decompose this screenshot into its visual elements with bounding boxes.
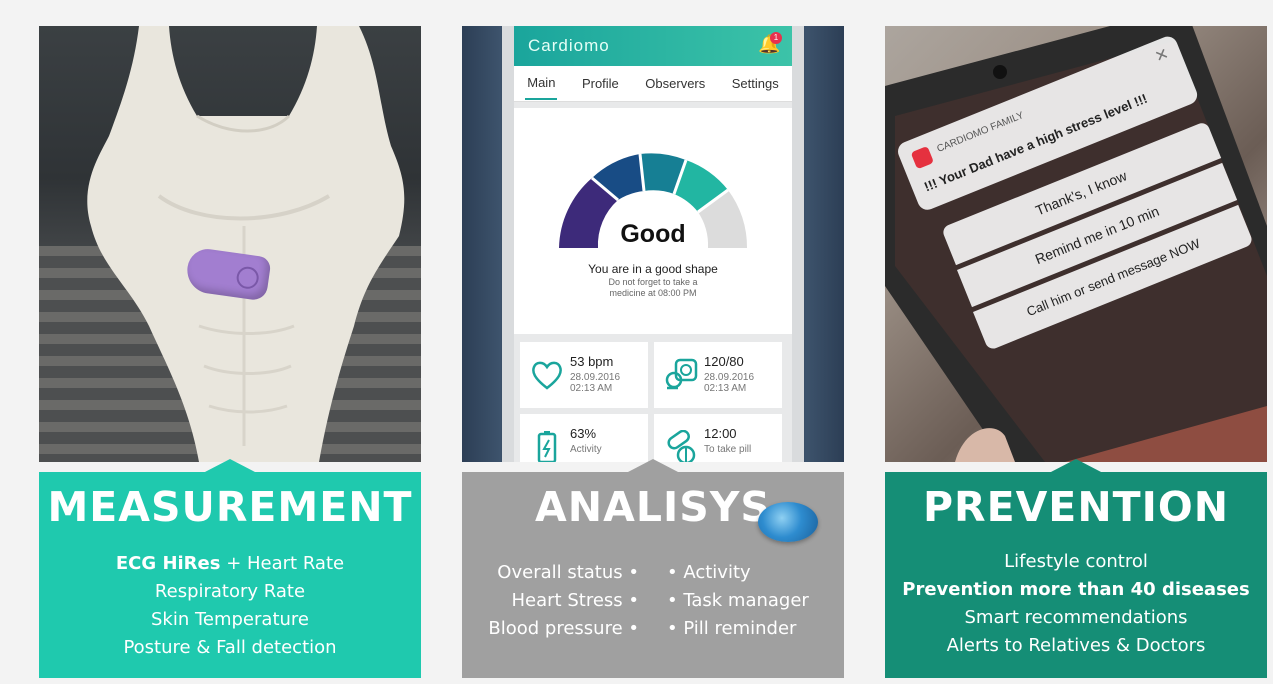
feature-item: Respiratory Rate: [154, 581, 306, 602]
measurement-title: MEASUREMENT: [47, 483, 413, 531]
feature-item: ECG HiRes + Heart Rate: [115, 553, 345, 574]
prevention-features: Lifestyle control Prevention more than 4…: [885, 548, 1267, 660]
notification-badge: 1: [770, 32, 782, 44]
feature-item: Smart recommendations: [964, 607, 1188, 628]
stat-value: 12:00: [704, 426, 737, 441]
app-screenshot: Cardiomo 🔔 1 Main Profile Observers Setti…: [462, 26, 844, 462]
heart-icon: [532, 361, 562, 390]
tab-profile[interactable]: Profile: [580, 68, 621, 99]
prevention-column: CARDIOMO FAMILY !!! Your Dad have a high…: [885, 26, 1267, 678]
analysis-panel: ANALISYS Overall status • • Activity Hear…: [462, 459, 844, 678]
stat-value: 53 bpm: [570, 354, 614, 369]
stat-label: To take pill: [704, 444, 752, 455]
panel-notch: [1049, 459, 1103, 473]
stat-value: 63%: [570, 426, 597, 441]
feature-item: Prevention more than 40 diseases: [902, 579, 1250, 600]
stat-label: Activity: [570, 444, 602, 455]
torso-photo: [39, 26, 421, 462]
feature-item: • Activity: [667, 562, 751, 583]
stat-date: 28.09.2016 02:13 AM: [704, 372, 755, 394]
status-subtext: Do not forget to take a medicine at 08:0…: [608, 277, 698, 298]
app-icon: [910, 145, 935, 170]
analysis-column: Cardiomo 🔔 1 Main Profile Observers Setti…: [462, 26, 844, 678]
measurement-panel: MEASUREMENT ECG HiRes + Heart Rate Respi…: [39, 459, 421, 678]
feature-item: Lifestyle control: [1004, 551, 1148, 572]
mannequin-torso: [87, 26, 405, 462]
feature-item: • Task manager: [667, 590, 809, 611]
stat-card-activity[interactable]: 63% Activity: [520, 414, 648, 462]
feature-item: • Pill reminder: [667, 618, 797, 639]
infographic-page: MEASUREMENT ECG HiRes + Heart Rate Respi…: [0, 0, 1273, 684]
measurement-column: MEASUREMENT ECG HiRes + Heart Rate Respi…: [39, 26, 421, 678]
feature-item: Alerts to Relatives & Doctors: [946, 635, 1206, 656]
tab-settings[interactable]: Settings: [730, 68, 781, 99]
app-tabs: Main Profile Observers Settings: [514, 66, 792, 102]
stat-date: 28.09.2016 02:13 AM: [570, 372, 621, 394]
status-gauge-card: Good You are in a good shape Do not forg…: [514, 108, 792, 334]
feature-item: Skin Temperature: [150, 609, 309, 630]
tab-observers[interactable]: Observers: [643, 68, 707, 99]
feature-item: Blood pressure •: [488, 618, 639, 639]
app-title: Cardiomo: [528, 36, 610, 55]
battery-icon: [537, 431, 557, 462]
status-message: You are in a good shape: [588, 262, 718, 276]
prevention-title: PREVENTION: [922, 483, 1230, 531]
tab-main[interactable]: Main: [525, 67, 558, 100]
stat-card-heart[interactable]: 53 bpm 28.09.2016 02:13 AM: [520, 342, 648, 408]
feature-item: Heart Stress •: [511, 590, 639, 611]
notification-photo: CARDIOMO FAMILY !!! Your Dad have a high…: [885, 26, 1267, 462]
panel-notch: [626, 459, 680, 473]
app-header: Cardiomo 🔔 1: [514, 26, 792, 66]
stat-value: 120/80: [704, 354, 744, 369]
measurement-features: ECG HiRes + Heart Rate Respiratory Rate …: [39, 550, 421, 662]
prevention-panel: PREVENTION Lifestyle control Prevention …: [885, 459, 1267, 678]
feature-item: Posture & Fall detection: [123, 637, 337, 658]
stat-card-pressure[interactable]: 120/80 28.09.2016 02:13 AM: [654, 342, 782, 408]
stat-card-pill[interactable]: 12:00 To take pill: [654, 414, 782, 462]
analysis-features: Overall status • • Activity Heart Stress …: [462, 562, 844, 646]
brain-icon: [758, 502, 818, 542]
status-word: Good: [620, 220, 686, 248]
blood-pressure-icon: [665, 358, 698, 390]
feature-item: Overall status •: [497, 562, 639, 583]
panel-notch: [203, 459, 257, 473]
bell-icon[interactable]: 🔔 1: [758, 32, 782, 58]
pill-icon: [667, 430, 696, 462]
close-icon[interactable]: ✕: [1152, 44, 1172, 68]
